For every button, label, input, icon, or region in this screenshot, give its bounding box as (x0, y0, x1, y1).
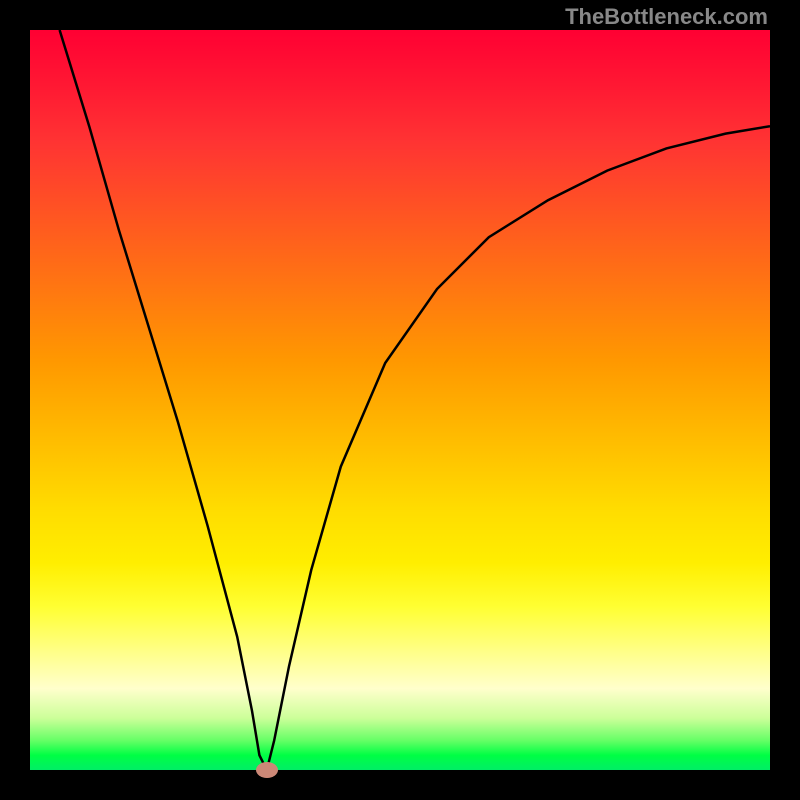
optimal-point-marker (256, 762, 278, 778)
bottleneck-curve (30, 30, 770, 770)
chart-plot-area (30, 30, 770, 770)
watermark-text: TheBottleneck.com (565, 4, 768, 30)
